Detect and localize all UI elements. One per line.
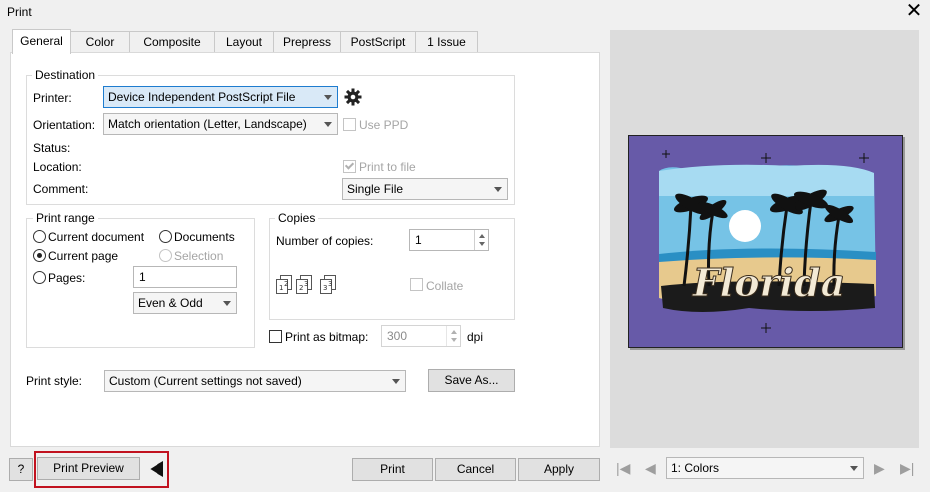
cancel-label: Cancel — [456, 462, 495, 476]
status-label: Status: — [33, 141, 71, 155]
print-to-file-checkbox[interactable] — [343, 160, 356, 173]
help-label: ? — [17, 462, 25, 476]
first-page-icon[interactable]: |◀ — [616, 460, 630, 476]
dpi-unit-label: dpi — [467, 330, 484, 344]
page-set-value: Even & Odd — [138, 296, 203, 310]
current-page-radio[interactable] — [33, 249, 46, 262]
svg-text:1: 1 — [279, 284, 283, 292]
svg-text:3: 3 — [328, 280, 332, 288]
tab-composite[interactable]: Composite — [129, 31, 215, 52]
tab-issues[interactable]: 1 Issue — [415, 31, 478, 52]
print-style-select[interactable]: Custom (Current settings not saved) — [104, 370, 406, 392]
artwork-image — [659, 150, 876, 333]
destination-group-label: Destination — [32, 68, 99, 82]
chevron-down-icon — [392, 379, 400, 384]
printer-label: Printer: — [33, 91, 72, 105]
print-style-label: Print style: — [26, 374, 83, 388]
svg-text:3: 3 — [323, 284, 327, 292]
collate-label: Collate — [426, 279, 464, 293]
orientation-value: Match orientation (Letter, Landscape) — [108, 117, 307, 131]
documents-label: Documents — [174, 230, 235, 244]
print-as-bitmap-label: Print as bitmap: — [285, 330, 369, 344]
tab-color[interactable]: Color — [70, 31, 130, 52]
printer-select[interactable]: Device Independent PostScript File — [103, 86, 338, 108]
save-as-button[interactable]: Save As... — [428, 369, 515, 392]
apply-button[interactable]: Apply — [518, 458, 600, 481]
current-document-radio[interactable] — [33, 230, 46, 243]
use-ppd-label: Use PPD — [359, 118, 409, 132]
use-ppd-checkbox[interactable] — [343, 118, 356, 131]
number-of-copies-label: Number of copies: — [276, 234, 374, 248]
gear-icon[interactable] — [344, 88, 362, 106]
file-mode-select[interactable]: Single File — [342, 178, 508, 200]
comment-label: Comment: — [33, 182, 89, 196]
copies-spinner[interactable] — [474, 230, 488, 250]
apply-label: Apply — [543, 462, 575, 476]
collate-checkbox[interactable] — [410, 278, 423, 291]
window-title: Print — [7, 5, 32, 19]
svg-text:2: 2 — [299, 284, 303, 292]
orientation-label: Orientation: — [33, 118, 96, 132]
next-page-icon[interactable]: ▶ — [874, 460, 885, 476]
print-to-file-label: Print to file — [359, 160, 416, 174]
artwork-title: Florida — [692, 260, 845, 305]
print-as-bitmap-checkbox[interactable] — [269, 330, 282, 343]
print-style-value: Custom (Current settings not saved) — [109, 374, 302, 388]
current-page-label: Current page — [48, 249, 119, 263]
chevron-down-icon — [494, 187, 502, 192]
tab-postscript[interactable]: PostScript — [340, 31, 416, 52]
help-button[interactable]: ? — [9, 458, 33, 481]
tab-layout[interactable]: Layout — [214, 31, 274, 52]
current-document-label: Current document — [48, 230, 145, 244]
tab-general[interactable]: General — [12, 29, 71, 54]
chevron-down-icon — [324, 95, 332, 100]
svg-text:2: 2 — [284, 280, 288, 288]
dpi-spinner[interactable] — [446, 326, 460, 346]
print-range-group-label: Print range — [33, 211, 98, 225]
orientation-select[interactable]: Match orientation (Letter, Landscape) — [103, 113, 338, 135]
selection-label: Selection — [174, 249, 224, 263]
svg-text:3: 3 — [304, 280, 308, 288]
pages-input[interactable]: 1 — [133, 266, 237, 288]
pages-label: Pages: — [48, 271, 86, 285]
previous-page-icon[interactable]: ◀ — [645, 460, 656, 476]
copies-group-label: Copies — [275, 211, 319, 225]
printer-value: Device Independent PostScript File — [108, 90, 296, 104]
preview-page[interactable]: Florida — [628, 135, 903, 348]
last-page-icon[interactable]: ▶| — [900, 460, 914, 476]
plate-value: 1: Colors — [671, 461, 720, 475]
documents-radio[interactable] — [159, 230, 172, 243]
tab-prepress[interactable]: Prepress — [273, 31, 341, 52]
collate-preview-icon: 12 23 33 — [276, 273, 340, 295]
pages-radio[interactable] — [33, 271, 46, 284]
chevron-down-icon — [324, 122, 332, 127]
cancel-button[interactable]: Cancel — [435, 458, 516, 481]
chevron-down-icon — [850, 466, 858, 471]
location-label: Location: — [33, 160, 82, 174]
save-as-label: Save As... — [444, 373, 499, 387]
print-button[interactable]: Print — [352, 458, 433, 481]
chevron-down-icon — [223, 301, 231, 306]
file-mode-value: Single File — [347, 182, 404, 196]
selection-radio[interactable] — [159, 249, 172, 262]
page-set-select[interactable]: Even & Odd — [133, 292, 237, 314]
print-label: Print — [380, 462, 405, 476]
close-icon[interactable]: ✕ — [904, 1, 924, 21]
plate-select[interactable]: 1: Colors — [666, 457, 864, 479]
highlight-box — [34, 451, 169, 488]
